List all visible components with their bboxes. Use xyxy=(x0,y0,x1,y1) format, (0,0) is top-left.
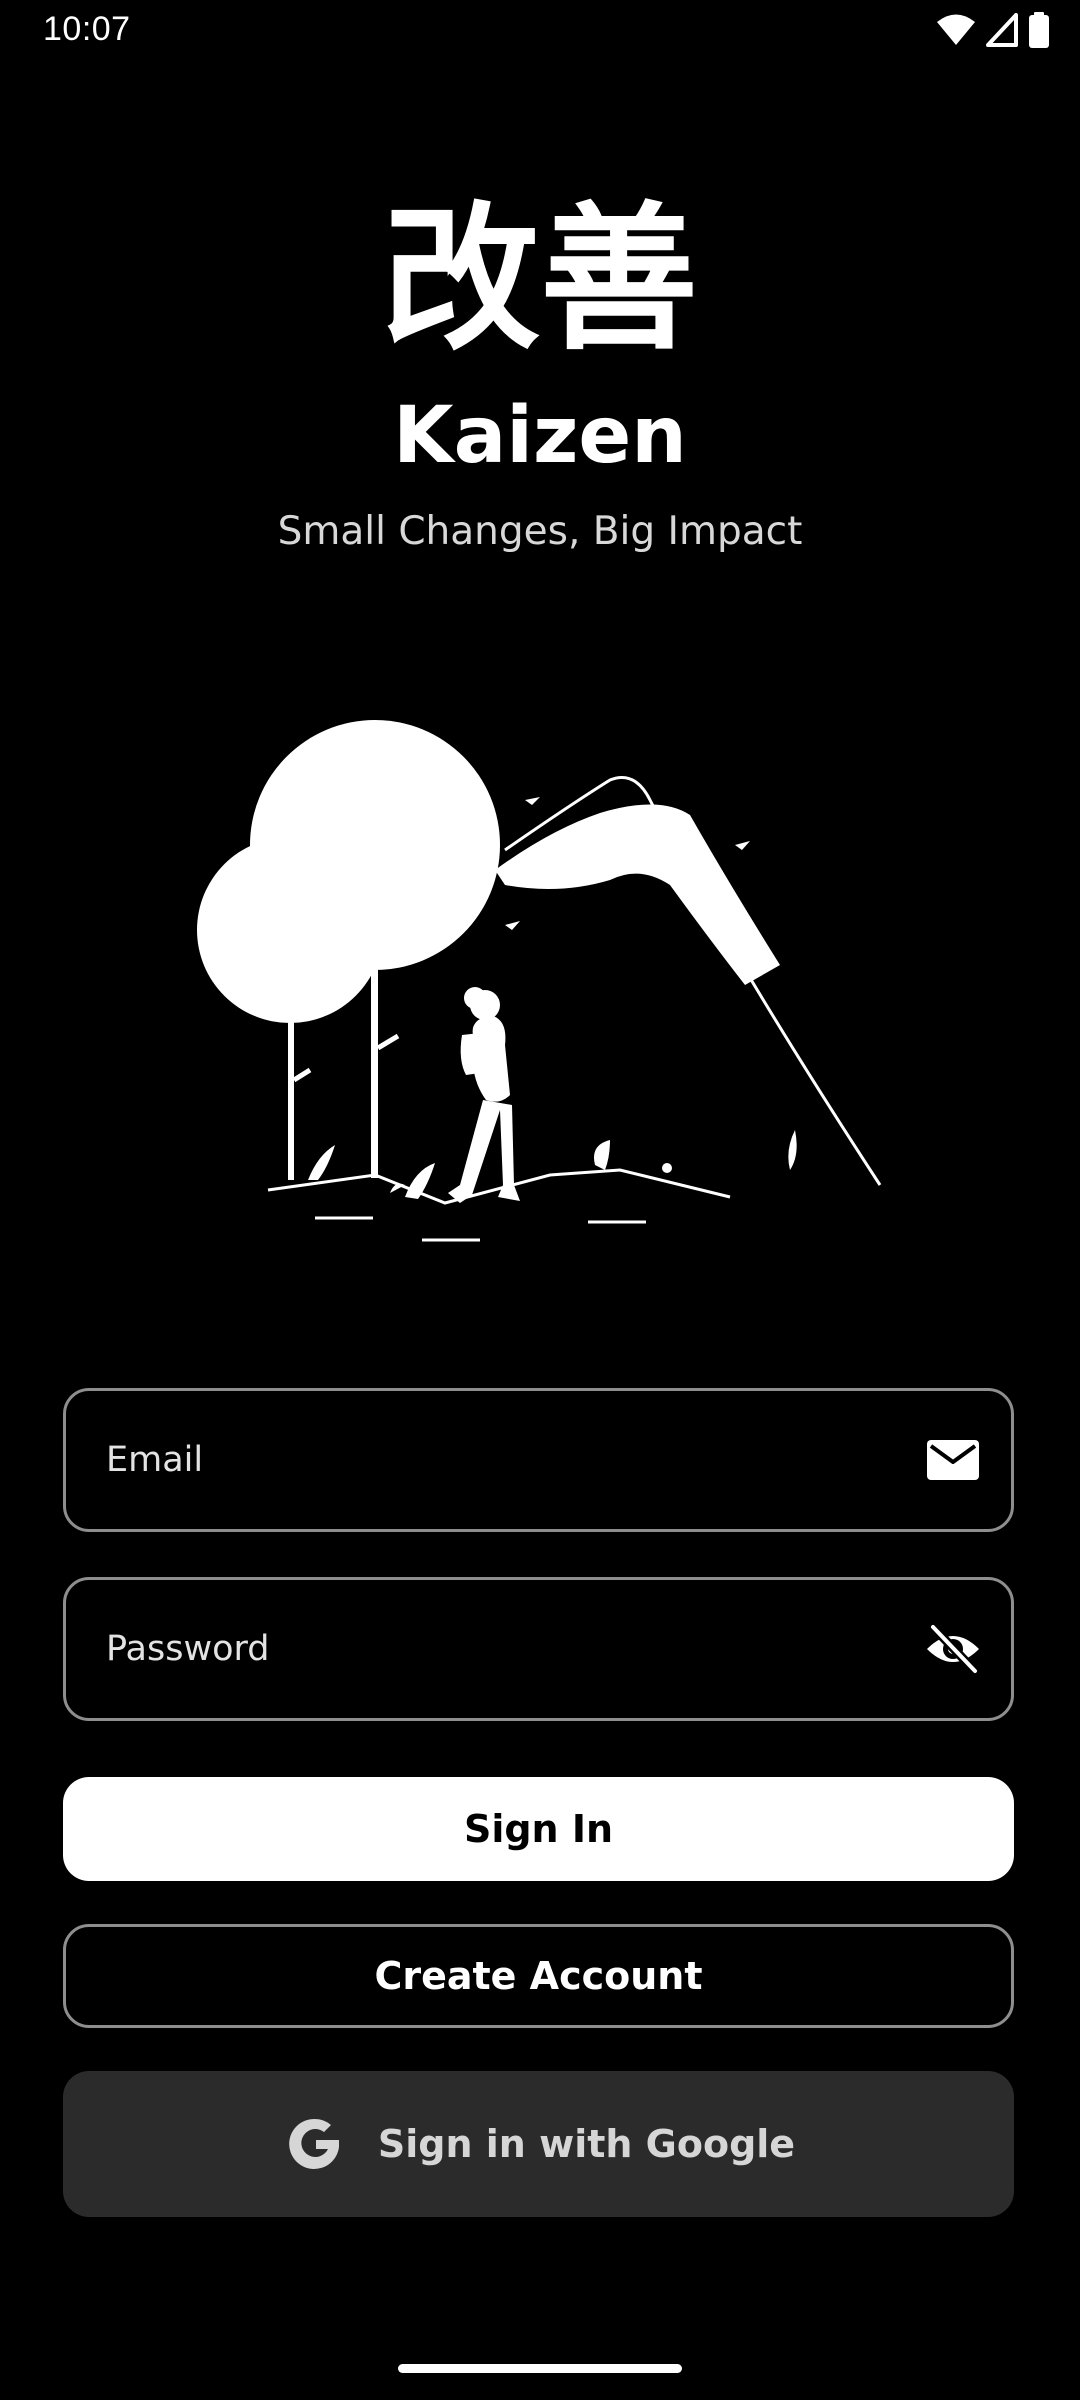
wifi-icon xyxy=(936,13,976,47)
sign-in-button[interactable]: Sign In xyxy=(63,1777,1014,1881)
email-field[interactable]: Email xyxy=(63,1388,1014,1532)
tagline: Small Changes, Big Impact xyxy=(277,509,803,554)
battery-icon xyxy=(1028,12,1050,48)
mail-icon xyxy=(925,1432,981,1488)
app-name: Kaizen xyxy=(393,391,687,481)
hiker-landscape-illustration xyxy=(190,715,890,1245)
visibility-off-icon[interactable] xyxy=(925,1621,981,1677)
logo-kanji: 改善 xyxy=(382,188,698,372)
email-placeholder: Email xyxy=(106,1440,204,1480)
status-time: 10:07 xyxy=(43,10,131,48)
signal-icon xyxy=(986,13,1018,47)
google-sign-in-button[interactable]: Sign in with Google xyxy=(63,2071,1014,2217)
google-icon xyxy=(282,2111,348,2177)
status-icons xyxy=(936,12,1050,48)
gesture-bar[interactable] xyxy=(398,2364,682,2373)
status-bar: 10:07 xyxy=(0,0,1080,62)
password-field[interactable]: Password xyxy=(63,1577,1014,1721)
create-account-button[interactable]: Create Account xyxy=(63,1924,1014,2028)
google-button-label: Sign in with Google xyxy=(377,2122,796,2166)
password-placeholder: Password xyxy=(106,1629,270,1669)
